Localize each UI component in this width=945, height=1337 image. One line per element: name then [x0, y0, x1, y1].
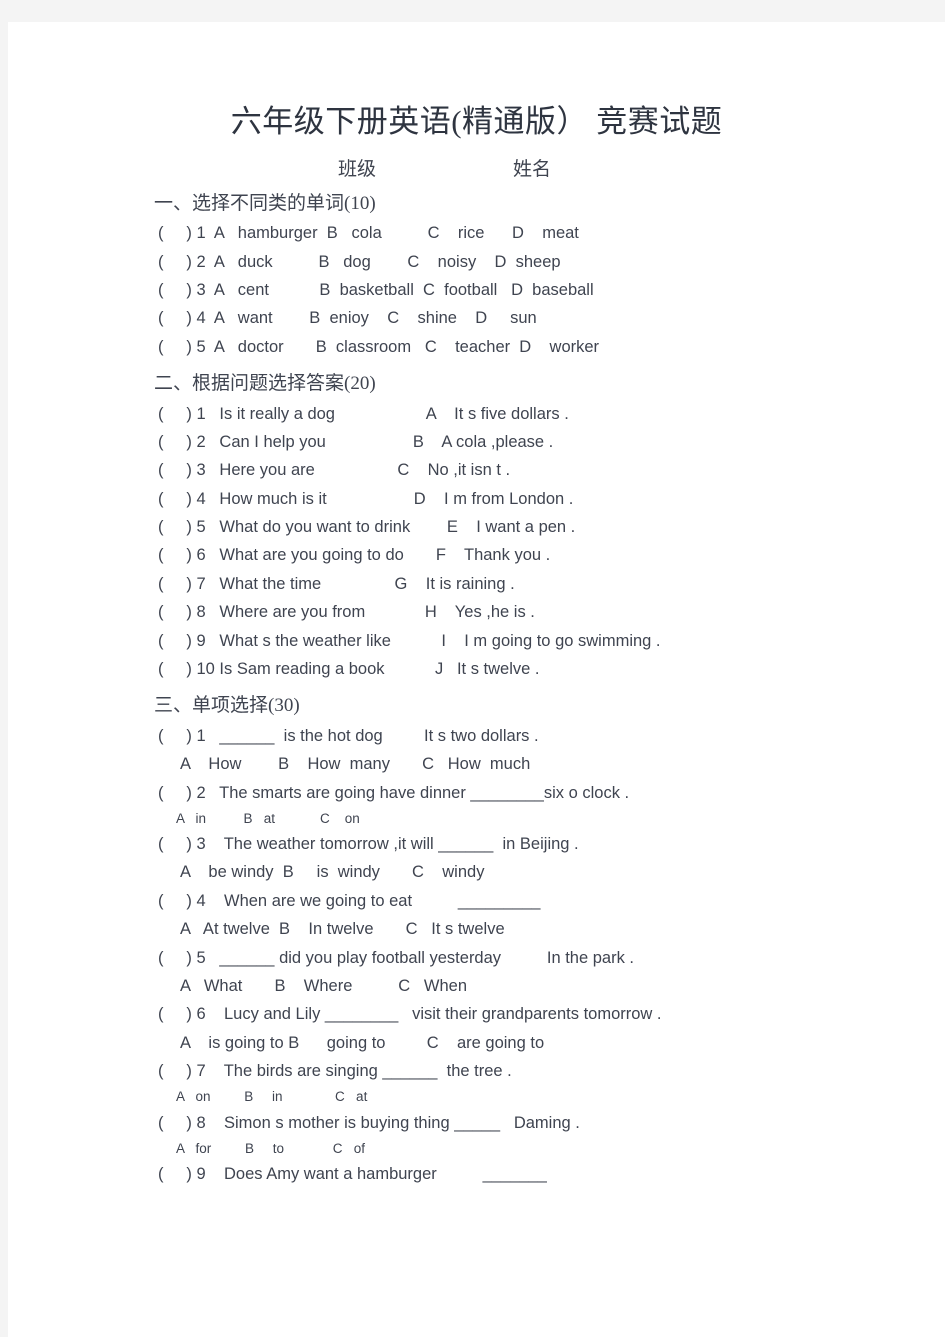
- question-line: ( ) 5 A doctor B classroom C teacher D w…: [158, 337, 600, 356]
- question-line: ( ) 8 Where are you from H Yes ,he is .: [158, 603, 535, 622]
- question-line: ( ) 2 A duck B dog C noisy D sheep: [158, 252, 561, 271]
- section-one-heading: 一、选择不同类的单词(10): [154, 192, 376, 214]
- question-stem: ( ) 6 Lucy and Lily ________ visit their…: [158, 1005, 662, 1024]
- name-field-label: 姓名: [513, 158, 552, 180]
- question-stem: ( ) 3 The weather tomorrow ,it will ____…: [158, 835, 579, 854]
- question-stem: ( ) 2 The smarts are going have dinner _…: [158, 783, 630, 802]
- page-title: 六年级下册英语(精通版） 竞赛试题: [230, 104, 723, 139]
- question-line: ( ) 10 Is Sam reading a book J It s twel…: [158, 659, 540, 678]
- question-line: ( ) 4 How much is it D I m from London .: [158, 489, 574, 508]
- question-options: A How B How many C How much: [180, 755, 531, 774]
- exam-paper-page: 六年级下册英语(精通版） 竞赛试题 班级 姓名 一、选择不同类的单词(10) (…: [8, 22, 945, 1337]
- section-two-heading: 二、根据问题选择答案(20): [154, 373, 376, 395]
- section-two: 二、根据问题选择答案(20) ( ) 1 Is it really a dog …: [8, 370, 945, 683]
- question-options: A is going to B going to C are going to: [180, 1033, 545, 1052]
- section-one: 一、选择不同类的单词(10) ( ) 1 A hamburger B cola …: [8, 190, 945, 361]
- section-three-heading: 三、单项选择(30): [154, 695, 300, 717]
- question-line: ( ) 3 A cent B basketball C football D b…: [158, 280, 594, 299]
- question-options: A What B Where C When: [180, 976, 468, 995]
- question-stem: ( ) 4 When are we going to eat _________: [158, 891, 541, 910]
- question-stem: ( ) 1 ______ is the hot dog It s two dol…: [158, 726, 539, 745]
- question-options: A in B at C on: [176, 810, 360, 826]
- question-options: A on B in C at: [176, 1089, 368, 1105]
- question-stem: ( ) 5 ______ did you play football yeste…: [158, 948, 635, 967]
- question-line: ( ) 5 What do you want to drink E I want…: [158, 518, 576, 537]
- question-line: ( ) 9 What s the weather like I I m goin…: [158, 631, 661, 650]
- question-options: A for B to C of: [176, 1141, 366, 1157]
- question-options: A be windy B is windy C windy: [180, 863, 485, 882]
- question-line: ( ) 3 Here you are C No ,it isn t .: [158, 461, 511, 480]
- question-line: ( ) 1 A hamburger B cola C rice D meat: [158, 224, 579, 243]
- student-info-row: 班级 姓名: [8, 154, 945, 181]
- question-line: ( ) 2 Can I help you B A cola ,please .: [158, 432, 554, 451]
- question-options: A At twelve B In twelve C It s twelve: [180, 920, 505, 939]
- question-stem: ( ) 8 Simon s mother is buying thing ___…: [158, 1113, 580, 1132]
- question-line: ( ) 6 What are you going to do F Thank y…: [158, 546, 551, 565]
- question-line: ( ) 7 What the time G It is raining .: [158, 574, 515, 593]
- question-line: ( ) 4 A want B enioy C shine D sun: [158, 309, 537, 328]
- question-line: ( ) 1 Is it really a dog A It s five dol…: [158, 404, 569, 423]
- question-stem: ( ) 7 The birds are singing ______ the t…: [158, 1062, 512, 1081]
- class-field-label: 班级: [338, 158, 377, 180]
- question-stem: ( ) 9 Does Amy want a hamburger _______: [158, 1165, 547, 1184]
- section-three: 三、单项选择(30) ( ) 1 ______ is the hot dog I…: [8, 692, 945, 1188]
